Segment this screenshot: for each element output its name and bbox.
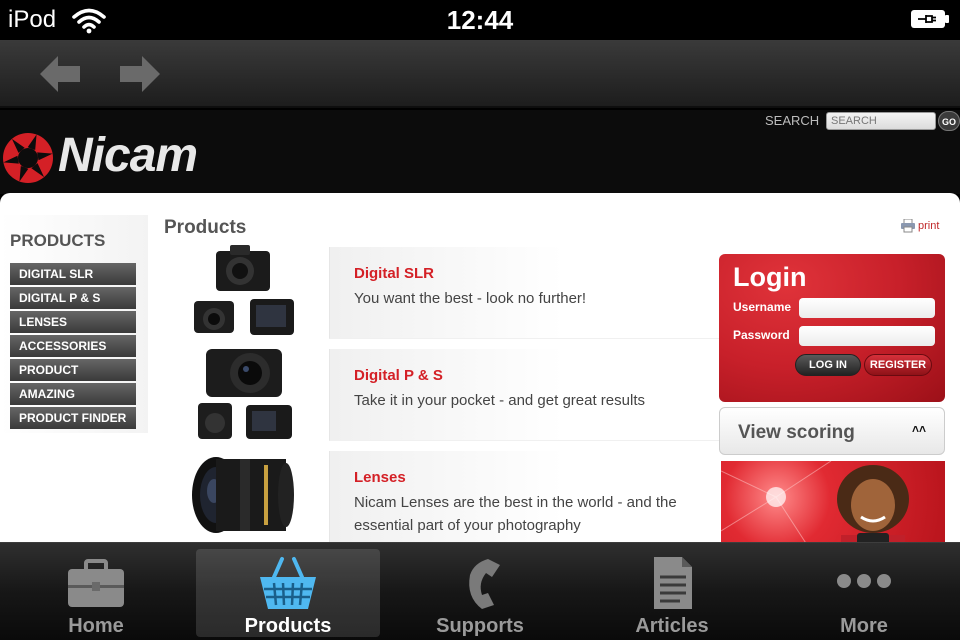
product-name[interactable]: Digital P & S (354, 367, 443, 384)
login-title: Login (733, 262, 807, 292)
product-desc: You want the best - look no further! (354, 290, 587, 307)
print-label: print (918, 220, 940, 232)
dslr-camera-image[interactable] (190, 243, 300, 339)
sidebar-item-digital-p-s[interactable]: DIGITAL P & S (10, 287, 136, 309)
promo-person-image (721, 461, 909, 543)
phone-icon (469, 559, 500, 609)
more-dots-icon (837, 574, 891, 588)
login-box: Login Username Password LOG IN REGISTER (719, 254, 945, 402)
search-input[interactable] (826, 112, 936, 130)
document-icon (654, 557, 692, 609)
tab-label: Supports (436, 615, 524, 637)
logo-text: Nicam (58, 129, 198, 182)
tab-articles[interactable]: Articles (580, 549, 764, 637)
printer-icon (901, 219, 915, 233)
product-name[interactable]: Digital SLR (354, 265, 434, 282)
product-card-dslr[interactable]: Digital SLR You want the best - look no … (329, 247, 719, 339)
print-link[interactable]: print (900, 219, 939, 233)
forward-arrow-icon[interactable] (118, 54, 162, 94)
lens-image[interactable] (190, 455, 300, 535)
promo-banner[interactable] (721, 461, 945, 543)
product-name[interactable]: Lenses (354, 469, 406, 486)
tab-bar: Home Products Supports Articles More (0, 542, 960, 640)
browser-nav-bar (0, 40, 960, 108)
products-sidebar: PRODUCTS DIGITAL SLR DIGITAL P & S LENSES A… (0, 215, 148, 433)
sidebar-list: DIGITAL SLR DIGITAL P & S LENSES ACCESSORIE… (10, 263, 136, 431)
username-label: Username (733, 300, 792, 314)
sidebar-item-lenses[interactable]: LENSES (10, 311, 136, 333)
page-content: PRODUCTS DIGITAL SLR DIGITAL P & S LENSES A… (0, 193, 960, 543)
sidebar-item-amazing[interactable]: AMAZING (10, 383, 136, 405)
sidebar-item-product[interactable]: PRODUCT (10, 359, 136, 381)
tab-label: Products (244, 615, 332, 637)
basket-icon (260, 557, 316, 609)
product-desc: Take it in your pocket - and get great r… (354, 392, 645, 409)
sidebar-item-accessories[interactable]: ACCESSORIES (10, 335, 136, 357)
sidebar-title: PRODUCTS (10, 231, 106, 250)
nicam-logo[interactable]: Nicam (2, 124, 198, 190)
product-card-lenses[interactable]: Lenses Nicam Lenses are the best in the … (329, 451, 719, 543)
tab-home[interactable]: Home (4, 549, 188, 637)
tab-label: More (840, 615, 888, 637)
search-label: SEARCH (765, 113, 820, 128)
chevron-up-icon: ˄˄ (911, 422, 926, 436)
sidebar-item-digital-slr[interactable]: DIGITAL SLR (10, 263, 136, 285)
battery-charging-icon (911, 10, 949, 28)
register-button[interactable]: REGISTER (864, 354, 932, 376)
password-field[interactable] (799, 326, 935, 346)
search-go-button[interactable]: GO (938, 111, 960, 131)
aperture-logo-icon (3, 133, 53, 183)
password-label: Password (733, 328, 790, 342)
point-and-shoot-camera-image[interactable] (190, 343, 300, 443)
tab-supports[interactable]: Supports (388, 549, 572, 637)
clock: 12:44 (446, 5, 514, 35)
username-field[interactable] (799, 298, 935, 318)
view-scoring-panel[interactable]: View scoring ˄˄ (719, 407, 945, 455)
tab-more[interactable]: More (772, 549, 956, 637)
sidebar-item-product-finder[interactable]: PRODUCT FINDER (10, 407, 136, 429)
view-scoring-label: View scoring (738, 422, 855, 443)
product-card-point-and-shoot[interactable]: Digital P & S Take it in your pocket - a… (329, 349, 719, 441)
tab-label: Articles (635, 615, 709, 637)
tab-products[interactable]: Products (196, 549, 380, 637)
login-button[interactable]: LOG IN (795, 354, 861, 376)
product-desc: Nicam Lenses are the best in the world -… (354, 494, 677, 534)
tab-label: Home (68, 615, 124, 637)
status-bar: iPod 12:44 (0, 0, 960, 40)
back-arrow-icon[interactable] (38, 54, 82, 94)
briefcase-icon (68, 559, 124, 607)
page-title: Products (164, 217, 247, 238)
